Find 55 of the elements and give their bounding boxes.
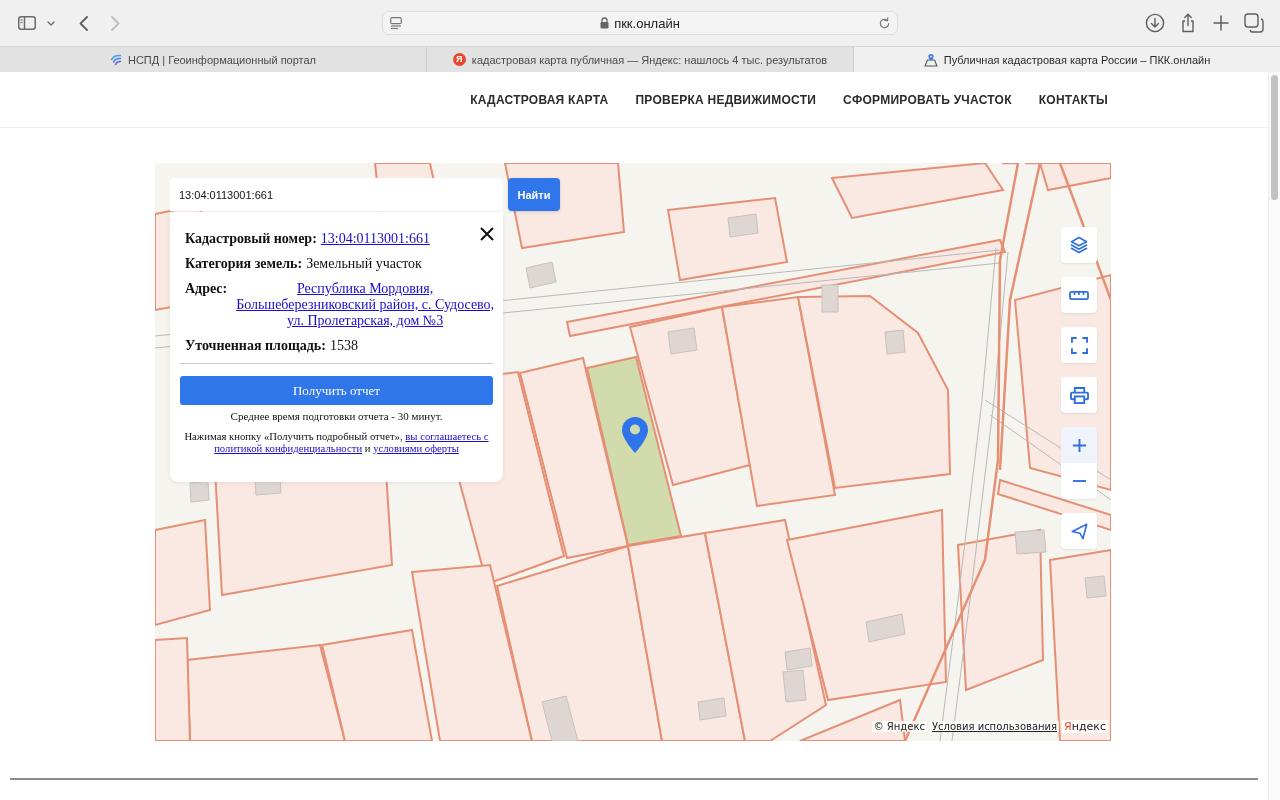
favicon-badge: Я — [452, 53, 466, 66]
report-time-note: Среднее время подготовки отчета - 30 минут. — [229, 409, 444, 423]
chevron-down-icon[interactable] — [47, 20, 55, 26]
tabs-overview-icon[interactable] — [1244, 13, 1264, 33]
layers-button[interactable] — [1061, 227, 1097, 263]
plus-icon[interactable] — [1211, 13, 1231, 33]
policy-link[interactable]: политикой конфиденциальности — [214, 442, 363, 454]
field-value: 1538 — [329, 338, 358, 354]
sidebar-icon[interactable] — [18, 16, 36, 30]
address-bar[interactable]: пкк.онлайн — [382, 11, 898, 35]
field-label: Категория земель: — [185, 256, 303, 272]
map-provider-logo: Яндекс — [1062, 720, 1108, 733]
navigation-arrow-icon — [1070, 522, 1088, 540]
fullscreen-button[interactable] — [1061, 327, 1097, 363]
field-label: Уточненная площадь: — [185, 338, 326, 354]
layers-icon — [1069, 235, 1089, 255]
scrollbar-thumb[interactable] — [1271, 75, 1278, 200]
search-button[interactable]: Найти — [508, 178, 560, 211]
location-pin-icon — [622, 417, 648, 453]
field-label: Кадастровый номер: — [185, 231, 317, 247]
locate-button[interactable] — [1061, 513, 1097, 549]
close-icon — [480, 227, 494, 241]
field-value: Земельный участок — [306, 256, 422, 272]
browser-tab[interactable]: Публичная кадастровая карта России – ПКК.онлайн — [854, 47, 1280, 72]
copyright-text: © Яндекс — [871, 721, 927, 732]
reader-icon[interactable] — [390, 16, 402, 30]
print-button[interactable] — [1061, 377, 1097, 413]
map-pin-icon — [923, 52, 938, 67]
terms-link[interactable]: Условия использования — [929, 721, 1060, 732]
plus-icon — [1071, 437, 1087, 453]
policy-link[interactable]: вы соглашаетесь с — [405, 430, 489, 442]
get-report-button[interactable]: Получить отчет — [180, 376, 493, 405]
fullscreen-icon — [1070, 336, 1088, 354]
minus-icon — [1071, 480, 1087, 482]
search-field[interactable]: 13:04:0113001:661 — [170, 178, 503, 211]
address-link[interactable]: Республика Мордовия, Большеберезниковский район, с. Судосево, ул. Пролетарская, дом №3 — [231, 281, 499, 329]
ruler-icon — [1069, 290, 1089, 300]
back-icon[interactable] — [79, 15, 88, 31]
policy-link[interactable]: условиями оферты — [373, 442, 459, 454]
nav-link[interactable]: КОНТАКТЫ — [1038, 92, 1108, 107]
url-text: пкк.онлайн — [614, 15, 680, 31]
ruler-button[interactable] — [1061, 277, 1097, 313]
lock-icon — [600, 17, 610, 29]
nav-link[interactable]: СФОРМИРОВАТЬ УЧАСТОК — [843, 92, 1012, 107]
consent-text: Нажимая кнопку «Получить подробный отчет», вы соглашаетесь с политикой конфиденциальности и условиями оферты — [183, 430, 490, 454]
field-label: Адрес: — [185, 281, 228, 298]
nav-link[interactable]: КАДАСТРОВАЯ КАРТА — [470, 92, 609, 107]
reload-icon[interactable] — [878, 16, 891, 30]
zoom-in-button[interactable] — [1061, 427, 1097, 463]
close-button[interactable] — [479, 226, 495, 242]
download-icon[interactable] — [1145, 13, 1165, 33]
nav-link[interactable]: ПРОВЕРКА НЕДВИЖИМОСТИ — [635, 92, 817, 107]
layered-arcs-icon — [109, 53, 122, 66]
cadastral-number-link[interactable]: 13:04:0113001:661 — [320, 231, 430, 247]
printer-icon — [1069, 386, 1089, 404]
